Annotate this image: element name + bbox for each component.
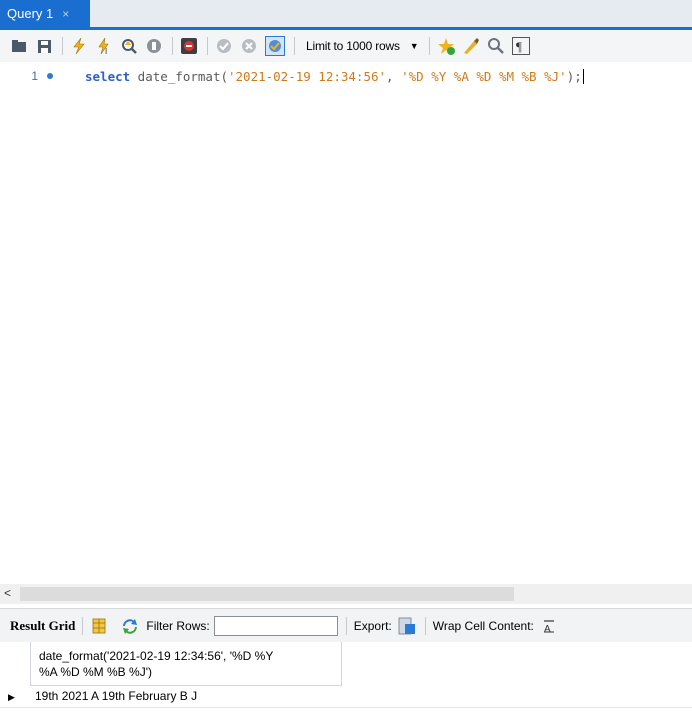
separator [62,37,63,55]
column-header-line: date_format('2021-02-19 12:34:56', '%D %… [39,649,274,663]
table-cell[interactable]: 19th 2021 A 19th February B J [35,689,197,703]
scrollbar-thumb[interactable] [20,587,514,601]
scroll-left-icon[interactable]: < [4,586,11,600]
beautify-icon[interactable] [462,37,480,55]
separator [428,37,430,55]
export-icon[interactable] [398,617,416,635]
separator [207,37,208,55]
filter-rows-label: Filter Rows: [146,618,210,633]
current-row-icon: ▶ [8,692,15,702]
tab-title: Query 1 [7,6,54,21]
find-icon[interactable] [487,37,505,55]
save-icon[interactable] [35,37,53,55]
add-snippet-icon[interactable] [437,37,455,55]
sql-string-arg1: '2021-02-19 12:34:56' [228,68,387,84]
line-number: 1 [31,69,38,83]
stop-icon[interactable] [145,37,163,55]
result-grid: date_format('2021-02-19 12:34:56', '%D %… [0,642,692,718]
sql-function: date_format( [130,68,228,84]
autocommit-icon[interactable] [265,36,285,56]
statement-marker-icon [47,73,53,79]
filter-rows-input[interactable] [213,615,338,636]
chevron-down-icon[interactable]: ▼ [410,41,419,51]
refresh-icon[interactable] [121,617,139,635]
sql-comma: , [386,68,402,84]
sql-close: ); [566,68,582,84]
horizontal-scrollbar[interactable]: < [0,584,692,604]
column-header[interactable]: date_format('2021-02-19 12:34:56', '%D %… [31,642,342,686]
wrap-cell-icon[interactable]: A [540,617,558,635]
sql-keyword: select [85,68,131,84]
sql-editor[interactable]: 1 select date_format( '2021-02-19 12:34:… [0,62,692,584]
editor-line[interactable]: 1 select date_format( '2021-02-19 12:34:… [0,66,692,86]
open-folder-icon[interactable] [10,37,28,55]
wrap-cell-label: Wrap Cell Content: [432,618,534,633]
text-caret [582,68,584,84]
close-icon[interactable]: × [62,7,69,21]
invisible-chars-icon[interactable]: ¶ [511,37,530,55]
commit-icon[interactable] [215,37,233,55]
result-toolbar: Result Grid Filter Rows: Export: Wrap Ce… [0,608,692,642]
export-label: Export: [353,618,392,633]
grid-view-icon[interactable] [90,617,108,635]
execute-current-icon[interactable]: I [95,37,113,55]
sql-editor-toolbar: I Limit to 1000 rows ▼ ¶ [0,30,692,62]
rollback-icon[interactable] [240,37,258,55]
column-header-line: %A %D %M %B %J') [39,665,152,679]
separator [82,616,84,635]
separator [424,616,426,635]
execute-icon[interactable] [70,37,88,55]
row-header-corner [0,642,31,686]
sql-string-arg2: '%D %Y %A %D %M %B %J' [401,68,567,84]
separator [172,37,173,55]
toggle-error-icon[interactable] [180,37,198,55]
explain-icon[interactable] [120,37,138,55]
table-row[interactable]: ▶ 19th 2021 A 19th February B J [0,687,692,708]
tab-bar: Query 1 × [0,0,692,27]
svg-text:I: I [105,47,107,55]
result-grid-tab[interactable]: Result Grid [10,618,75,634]
separator [294,37,295,55]
svg-text:¶: ¶ [516,39,522,53]
tab-query-1[interactable]: Query 1 × [0,0,90,27]
separator [345,616,347,635]
limit-rows-select[interactable]: Limit to 1000 rows [306,39,400,53]
